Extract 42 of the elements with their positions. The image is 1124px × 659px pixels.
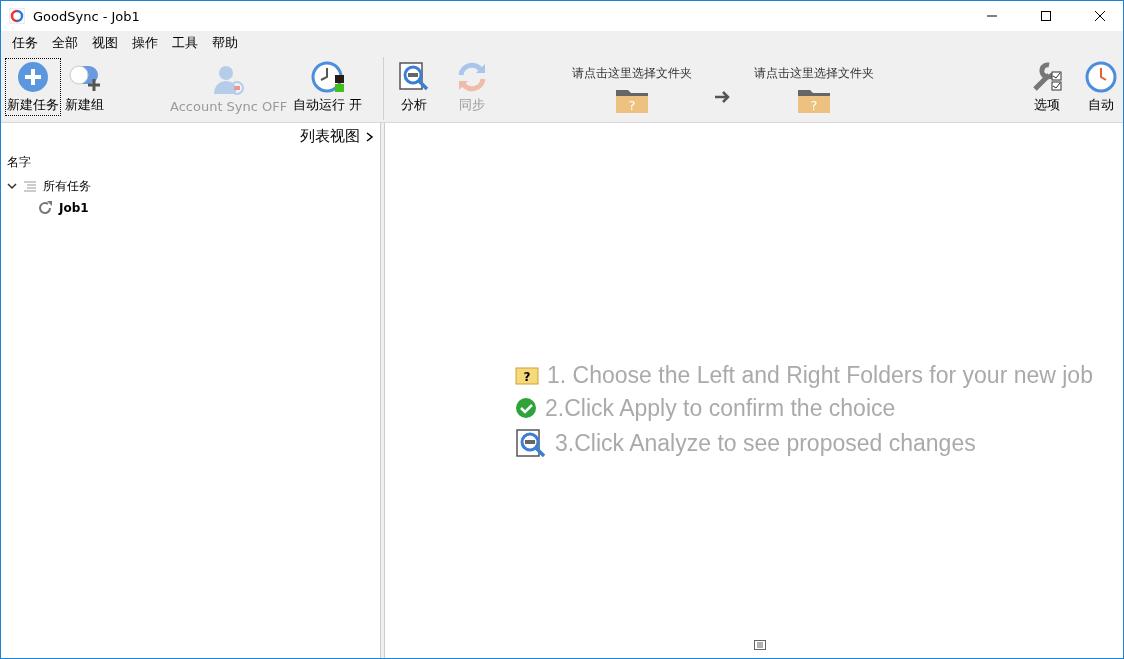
chevron-right-icon (366, 131, 374, 142)
maximize-icon[interactable] (1041, 11, 1051, 21)
toolbar-button[interactable]: 新建任务 (5, 58, 61, 116)
toolbar-button[interactable]: 选项 (1029, 58, 1065, 116)
menu-item[interactable]: 帮助 (205, 34, 245, 52)
app-logo-icon (9, 8, 25, 24)
toolbar-button[interactable]: 自动 (1083, 58, 1119, 116)
toolbar-button[interactable]: 自动运行 开 (291, 58, 365, 116)
wrench-checkbox-icon (1031, 61, 1063, 93)
clock-icon (310, 61, 345, 93)
list-icon (23, 180, 37, 192)
right-arrow-icon (713, 89, 732, 105)
window-title: GoodSync - Job1 (33, 8, 141, 24)
refresh-icon (37, 200, 53, 216)
user-sync-icon (212, 64, 245, 96)
list-icon[interactable] (754, 640, 766, 650)
analyze-icon (515, 427, 548, 460)
expand-chevron-icon[interactable] (7, 181, 17, 191)
toolbar-button[interactable]: 分析 (395, 58, 432, 116)
folder-question-icon: ? (796, 88, 831, 114)
menu-item[interactable]: 工具 (165, 34, 205, 52)
menu-item[interactable]: 任务 (5, 34, 45, 52)
folder-picker[interactable]: 请点击这里选择文件夹 ? (571, 65, 692, 114)
menu-item[interactable]: 视图 (85, 34, 125, 52)
menu-item[interactable]: 操作 (125, 34, 165, 52)
tree-item[interactable]: 所有任务 (43, 177, 91, 195)
analyze-icon (397, 61, 430, 93)
folder-question-icon: ? (515, 365, 540, 385)
list-view-button[interactable]: 列表视图 (300, 127, 374, 146)
tree-item[interactable]: Job1 (59, 201, 89, 215)
instruction-text: 2.Click Apply to confirm the choice (545, 394, 896, 422)
plus-icon (17, 61, 49, 93)
menu-item[interactable]: 全部 (45, 34, 85, 52)
close-icon[interactable] (1095, 11, 1105, 21)
folder-question-icon: ? (614, 88, 649, 114)
toolbar-button[interactable]: 新建组 (63, 58, 106, 116)
folder-picker[interactable]: 请点击这里选择文件夹 ? (753, 65, 874, 114)
column-header: 名字 (7, 154, 32, 171)
check-icon (515, 397, 538, 419)
clock-icon (1085, 61, 1117, 93)
instruction-text: 1. Choose the Left and Right Folders for your new job (547, 361, 1093, 389)
instruction-text: 3.Click Analyze to see proposed changes (555, 430, 976, 457)
